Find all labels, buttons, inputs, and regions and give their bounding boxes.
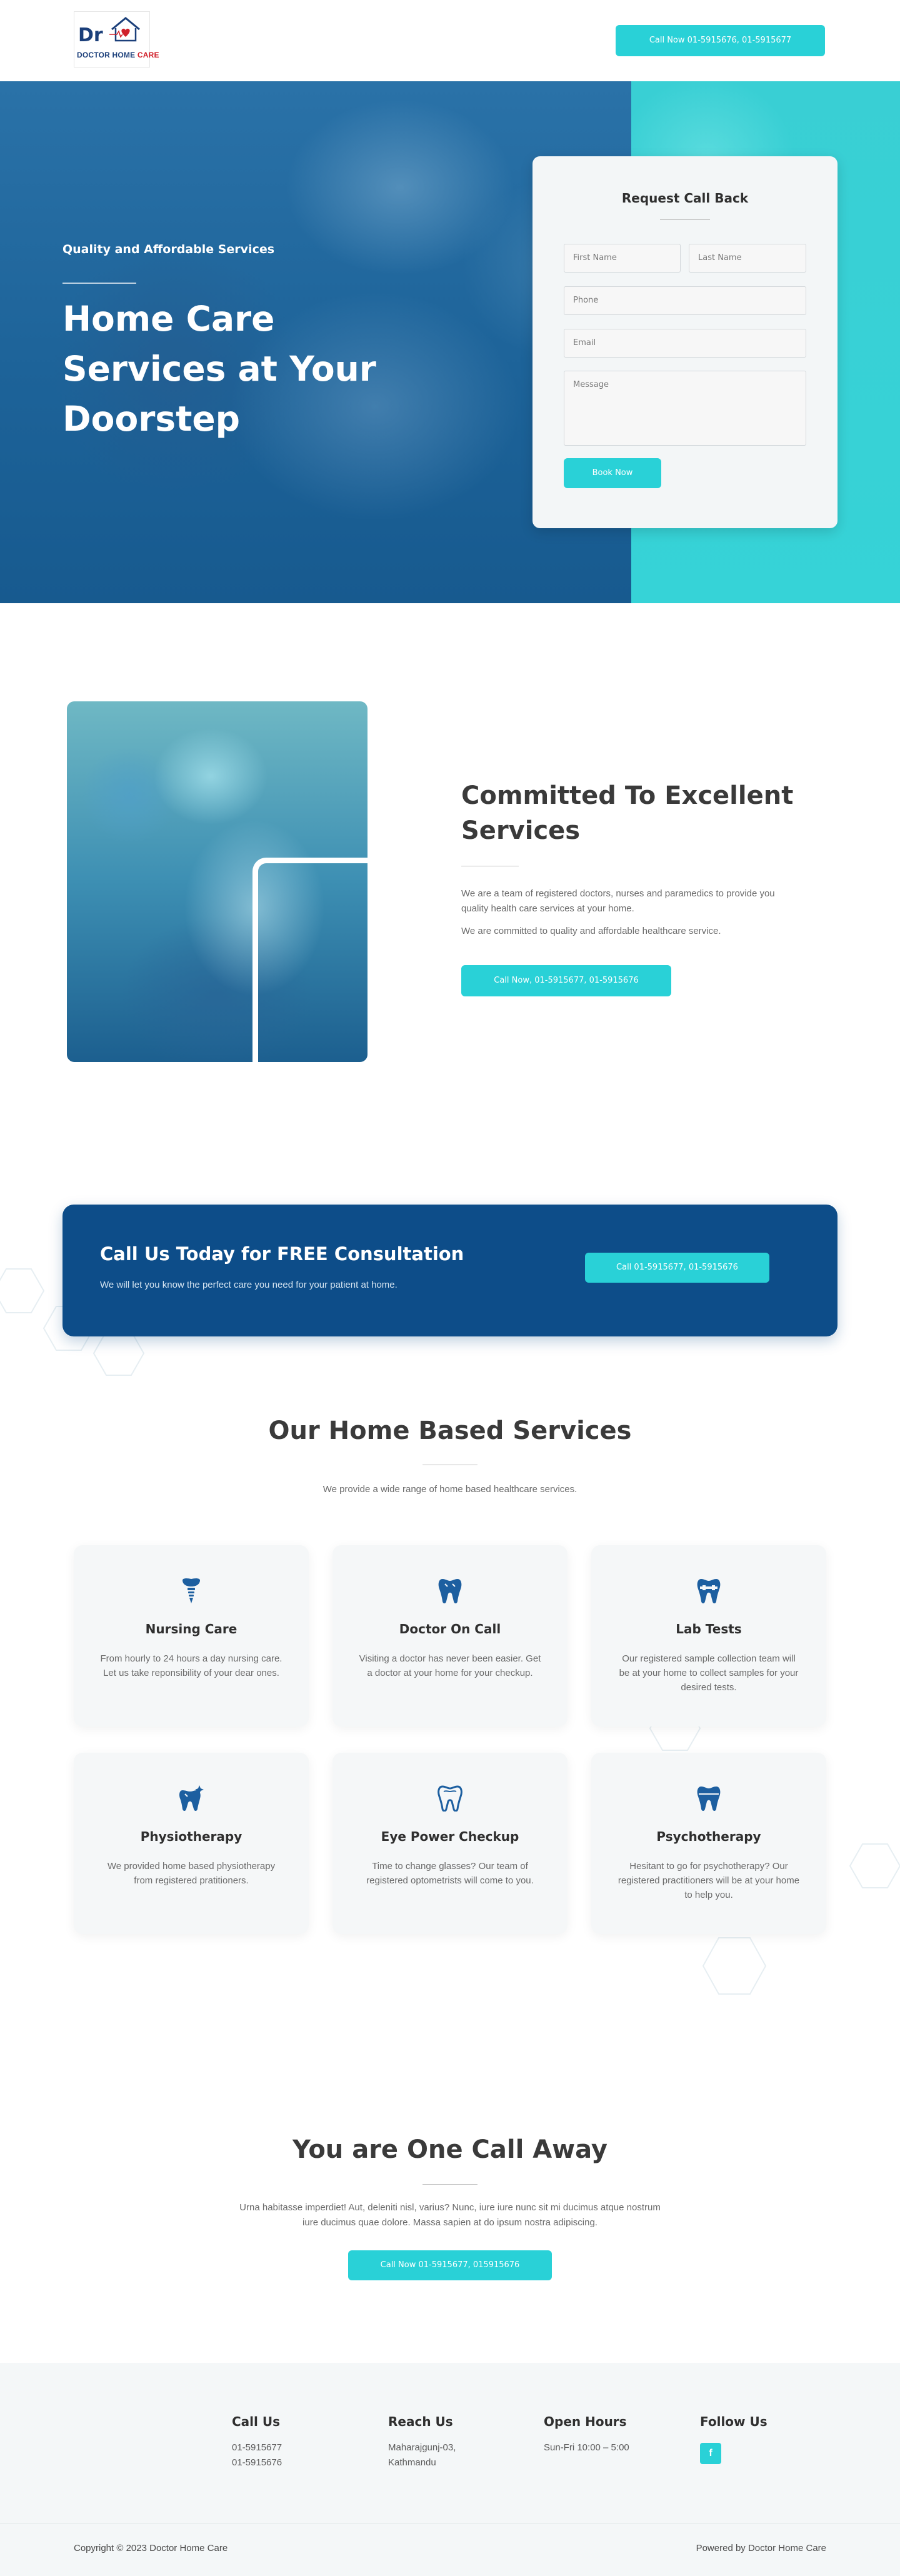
footer-phone-2[interactable]: 01-5915676 bbox=[232, 2455, 282, 2470]
hero-subtitle: Quality and Affordable Services bbox=[62, 243, 275, 256]
service-title: Doctor On Call bbox=[399, 1621, 501, 1636]
about-photo-frame bbox=[252, 858, 368, 1062]
site-logo[interactable]: Dr DOCTOR HOME CARE bbox=[74, 11, 159, 68]
copyright-text: Copyright © 2023 Doctor Home Care bbox=[74, 2543, 228, 2553]
about-paragraph-1: We are a team of registered doctors, nur… bbox=[461, 888, 775, 914]
book-now-button[interactable]: Book Now bbox=[564, 458, 661, 488]
phone-field[interactable]: Phone bbox=[564, 286, 806, 315]
about-call-button[interactable]: Call Now, 01-5915677, 01-5915676 bbox=[461, 965, 671, 996]
about-paragraph-2: We are committed to quality and affordab… bbox=[461, 926, 721, 936]
tooth-braces-icon bbox=[697, 1579, 721, 1603]
logo-dr-text: Dr bbox=[78, 24, 103, 46]
tooth-icon bbox=[438, 1785, 462, 1812]
service-card-physiotherapy[interactable]: Physiotherapy We provided home based phy… bbox=[74, 1753, 309, 1934]
logo-brand-text: DOCTOR HOME CARE bbox=[77, 51, 159, 59]
service-card-psychotherapy[interactable]: Psychotherapy Hesitant to go for psychot… bbox=[591, 1753, 826, 1934]
footer-follow-us: Follow Us f bbox=[700, 2414, 768, 2464]
footer-open-hours: Open Hours Sun-Fri 10:00 – 5:00 bbox=[544, 2414, 629, 2455]
footer-hours-text: Sun-Fri 10:00 – 5:00 bbox=[544, 2442, 629, 2453]
service-description: We provided home based physiotherapy fro… bbox=[107, 1861, 276, 1886]
hero-section: Quality and Affordable Services Home Car… bbox=[0, 81, 900, 603]
service-description: From hourly to 24 hours a day nursing ca… bbox=[100, 1653, 282, 1678]
service-card-doctor-on-call[interactable]: Doctor On Call Visiting a doctor has nev… bbox=[332, 1545, 568, 1727]
footer-address-line-1: Maharajgunj-03, bbox=[388, 2442, 456, 2453]
footer-phone-1[interactable]: 01-5915677 bbox=[232, 2440, 282, 2455]
call-away-button[interactable]: Call Now 01-5915677, 015915676 bbox=[348, 2250, 552, 2280]
service-title: Eye Power Checkup bbox=[381, 1829, 519, 1844]
footer-call-us-heading: Call Us bbox=[232, 2414, 280, 2429]
footer-follow-us-heading: Follow Us bbox=[700, 2414, 768, 2429]
consultation-call-button[interactable]: Call 01-5915677, 01-5915676 bbox=[585, 1253, 769, 1283]
message-field[interactable]: Message bbox=[564, 371, 806, 446]
house-heart-icon bbox=[109, 17, 140, 42]
service-description: Our registered sample collection team wi… bbox=[619, 1653, 799, 1693]
footer-call-us: Call Us 01-5915677 01-5915676 bbox=[232, 2414, 282, 2470]
header-call-button[interactable]: Call Now 01-5915676, 01-5915677 bbox=[616, 25, 825, 56]
services-title: Our Home Based Services bbox=[268, 1416, 632, 1445]
about-photo bbox=[67, 701, 368, 1062]
tooth-sparkle-icon bbox=[179, 1785, 204, 1811]
call-away-text: Urna habitasse imperdiet! Aut, deleniti … bbox=[239, 2202, 661, 2228]
tooth-icon bbox=[438, 1579, 462, 1603]
service-card-nursing-care[interactable]: Nursing Care From hourly to 24 hours a d… bbox=[74, 1545, 309, 1727]
hero-title: Home Care Services at Your Doorstep bbox=[62, 299, 376, 439]
site-header: Dr DOCTOR HOME CARE Call Now 01-5915676,… bbox=[0, 0, 900, 81]
site-footer: Call Us 01-5915677 01-5915676 Reach Us M… bbox=[0, 2363, 900, 2576]
logo-brand-accent: CARE bbox=[137, 51, 159, 59]
services-subtitle: We provide a wide range of home based he… bbox=[322, 1484, 578, 1495]
call-away-title: You are One Call Away bbox=[292, 2135, 608, 2164]
service-card-lab-tests[interactable]: Lab Tests Our registered sample collecti… bbox=[591, 1545, 826, 1727]
first-name-field[interactable]: First Name bbox=[564, 244, 681, 273]
powered-by-text: Powered by Doctor Home Care bbox=[696, 2543, 826, 2553]
service-description: Time to change glasses? Our team of regi… bbox=[366, 1861, 534, 1886]
last-name-field[interactable]: Last Name bbox=[689, 244, 806, 273]
tooth-implant-icon bbox=[182, 1578, 200, 1603]
footer-reach-us: Reach Us Maharajgunj-03, Kathmandu bbox=[388, 2414, 456, 2470]
facebook-icon[interactable]: f bbox=[700, 2443, 721, 2464]
service-description: Hesitant to go for psychotherapy? Our re… bbox=[618, 1861, 800, 1900]
consultation-title: Call Us Today for FREE Consultation bbox=[100, 1243, 464, 1265]
callback-form-title: Request Call Back bbox=[621, 191, 749, 206]
hero-divider bbox=[62, 283, 136, 284]
footer-address-line-2: Kathmandu bbox=[388, 2457, 436, 2468]
consultation-subtitle: We will let you know the perfect care yo… bbox=[100, 1280, 398, 1290]
logo-brand-main: DOCTOR HOME bbox=[77, 51, 136, 59]
consultation-banner: Call Us Today for FREE Consultation We w… bbox=[62, 1205, 838, 1336]
callback-form-divider bbox=[660, 219, 710, 220]
call-away-divider bbox=[422, 2184, 478, 2185]
tooth-icon bbox=[697, 1787, 721, 1811]
service-title: Psychotherapy bbox=[656, 1829, 761, 1844]
service-title: Physiotherapy bbox=[140, 1829, 242, 1844]
service-card-eye-power-checkup[interactable]: Eye Power Checkup Time to change glasses… bbox=[332, 1753, 568, 1934]
about-title: Committed To Excellent Services bbox=[461, 781, 794, 845]
service-title: Lab Tests bbox=[676, 1621, 742, 1636]
email-field[interactable]: Email bbox=[564, 329, 806, 358]
footer-reach-us-heading: Reach Us bbox=[388, 2414, 453, 2429]
callback-form: Request Call Back First Name Last Name P… bbox=[532, 156, 838, 528]
service-description: Visiting a doctor has never been easier.… bbox=[359, 1653, 541, 1678]
footer-open-hours-heading: Open Hours bbox=[544, 2414, 627, 2429]
service-title: Nursing Care bbox=[145, 1621, 238, 1636]
